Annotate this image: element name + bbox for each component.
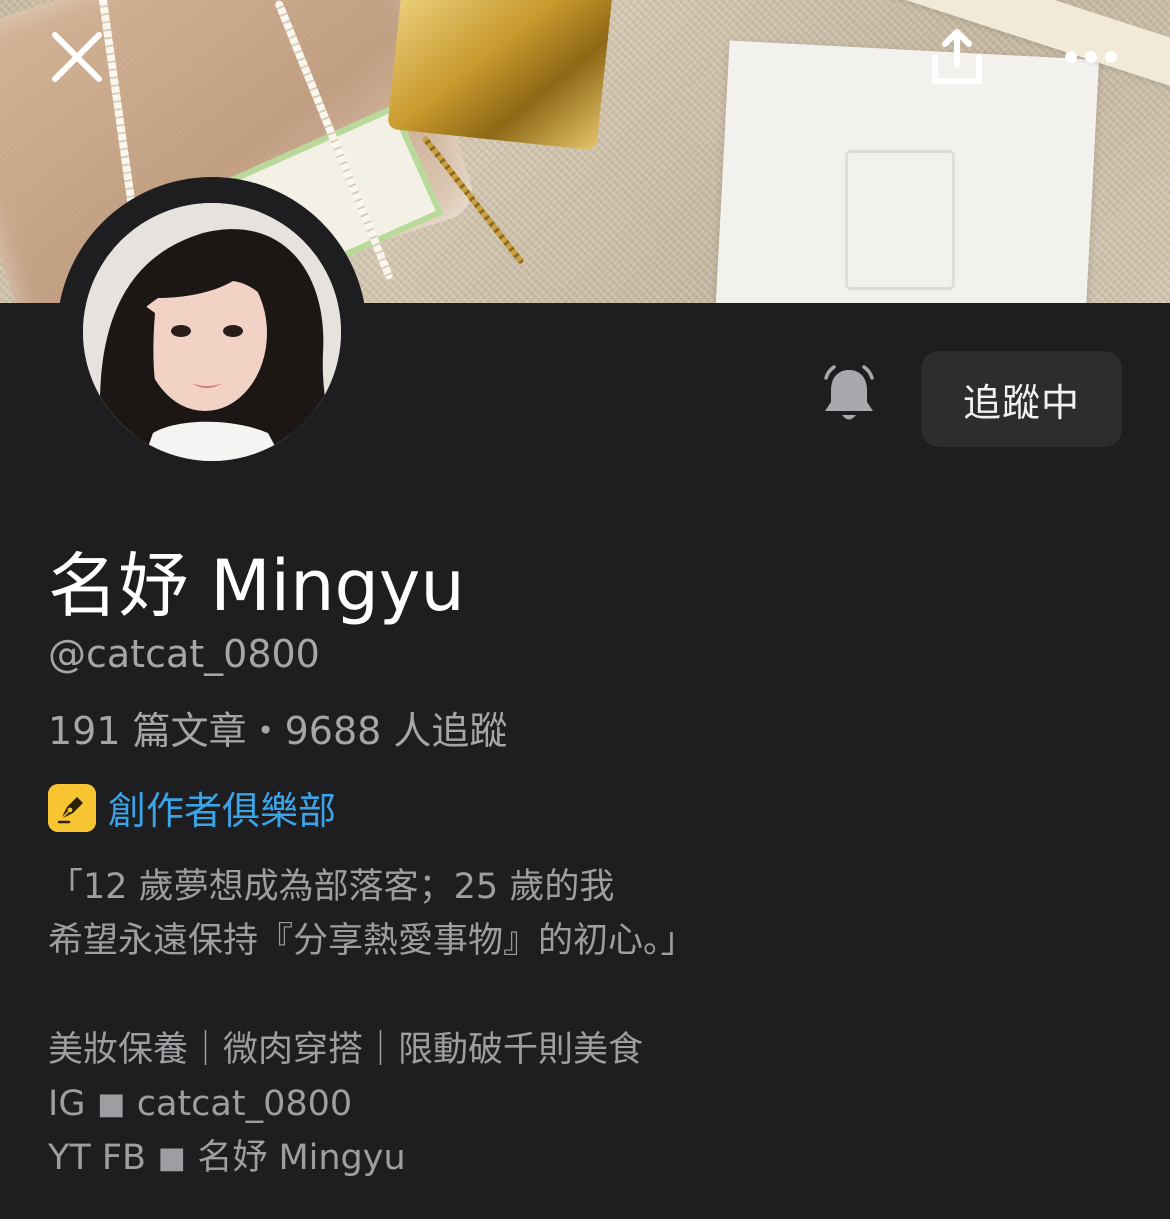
gold-cap: [387, 0, 613, 151]
pen-nib-icon: [48, 783, 96, 832]
profile-stats: 191 篇文章・9688 人追蹤: [48, 709, 508, 753]
bio-line: 「12 歲夢想成為部落客；25 歲的我: [48, 867, 615, 907]
bio-spacer: [48, 968, 696, 1023]
bell-icon: [820, 364, 878, 430]
following-button[interactable]: 追蹤中: [921, 351, 1122, 447]
profile-name: 名妤 Mingyu: [48, 545, 465, 627]
creator-club-label: 創作者俱樂部: [108, 789, 337, 833]
profile-bio: 「12 歲夢想成為部落客；25 歲的我 希望永遠保持『分享熱愛事物』的初心。」 …: [48, 860, 696, 1185]
notification-bell-button[interactable]: [814, 362, 884, 432]
avatar[interactable]: [83, 203, 341, 461]
avatar-ring: [57, 177, 367, 487]
close-icon[interactable]: [42, 22, 112, 92]
profile-page: 追蹤中 名妤 Mingyu @catcat_0800 191 篇文章・9688 …: [0, 0, 1170, 1219]
more-icon[interactable]: [1056, 22, 1126, 92]
following-label: 追蹤中: [962, 380, 1080, 425]
share-icon[interactable]: [922, 22, 992, 92]
card-logo: [845, 150, 955, 290]
creator-club-link[interactable]: 創作者俱樂部: [48, 780, 336, 835]
bio-line: 希望永遠保持『分享熱愛事物』的初心。」: [48, 921, 696, 961]
bio-line: IG ◼︎ catcat_0800: [48, 1084, 353, 1124]
profile-handle: @catcat_0800: [48, 632, 320, 676]
bio-line: YT FB ◼︎ 名妤 Mingyu: [48, 1138, 406, 1178]
bio-line: 美妝保養｜微肉穿搭｜限動破千則美食: [48, 1030, 644, 1070]
